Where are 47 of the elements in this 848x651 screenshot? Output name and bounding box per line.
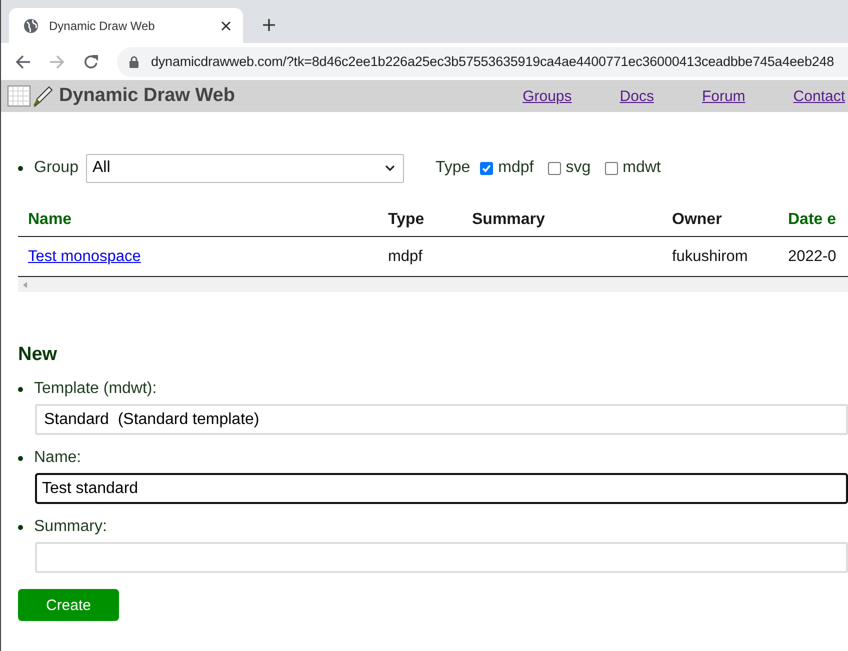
checkbox[interactable] (548, 162, 561, 174)
field-label: Summary: (34, 518, 107, 536)
section-heading: New (18, 344, 58, 366)
template-select[interactable]: Standard (Standard template) (35, 404, 848, 435)
table-cell: 2022-0 (788, 248, 836, 264)
field-label: Name: (34, 449, 82, 467)
back-icon[interactable] (15, 54, 31, 70)
field-label: Template (mdwt): (34, 380, 157, 398)
table-cell: fukushirom (672, 248, 748, 264)
column-header[interactable]: Name (28, 210, 388, 228)
nav-link[interactable]: Forum (702, 88, 746, 104)
column-header: Type (388, 210, 426, 228)
input-field[interactable]: Test standard (35, 473, 848, 504)
group-select[interactable]: All (86, 154, 404, 182)
nav-link[interactable]: Docs (620, 88, 654, 104)
globe-icon (23, 18, 39, 34)
close-icon[interactable] (221, 20, 231, 30)
checkbox[interactable] (604, 162, 618, 174)
checkbox[interactable] (480, 162, 494, 174)
chevron-icon (385, 165, 396, 171)
logo-drawing (7, 84, 55, 108)
type-label: Type (435, 159, 470, 177)
column-header[interactable]: Date e (788, 210, 848, 228)
nav-link[interactable]: Contact (793, 88, 845, 104)
document-link[interactable]: Test monospace (28, 248, 141, 264)
tab-title: Dynamic Draw Web (49, 18, 156, 32)
column-header: Owner (672, 210, 723, 228)
browser-tab[interactable]: Dynamic Draw Web (9, 8, 243, 43)
bullet-icon (18, 386, 23, 392)
horizontal-scrollbar[interactable] (18, 277, 848, 292)
new-tab-icon[interactable] (263, 19, 275, 31)
checkbox-label: mdpf (498, 159, 534, 177)
reload-icon[interactable] (83, 54, 99, 70)
column-header: Summary (472, 210, 546, 228)
group-label: Group (34, 159, 78, 177)
checkbox-label: svg (566, 159, 591, 177)
bullet-icon (18, 456, 23, 460)
bullet-icon (18, 524, 23, 530)
site-title: Dynamic Draw Web (59, 85, 235, 107)
bullet-icon (18, 166, 23, 170)
address-field[interactable]: dynamicdrawweb.com/?tk=8d46c2ee1b226a25ec3b57553635919ca4ae4400771ec36000413ceadbbe745a4eeb248 (117, 46, 848, 76)
create-button[interactable]: Create (18, 589, 119, 621)
checkbox-label: mdwt (622, 159, 661, 177)
nav-link[interactable]: Groups (522, 88, 572, 104)
input-field[interactable] (35, 542, 848, 573)
table-cell: mdpf (388, 248, 422, 264)
lock-icon (129, 56, 139, 68)
